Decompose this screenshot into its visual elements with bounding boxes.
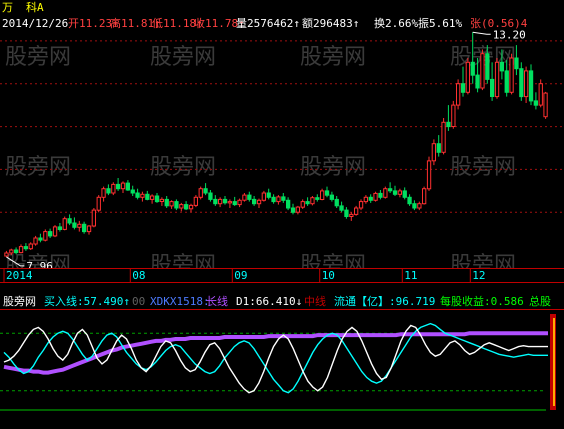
candle (91, 208, 96, 228)
quote-field: 振5.61% (418, 17, 463, 30)
indicator-item: 总股 (529, 295, 551, 308)
x-tick-label: 2014 (6, 269, 33, 282)
volume-gauge-core (553, 318, 555, 406)
candle (261, 190, 267, 202)
quote-date: 2014/12/26 (2, 17, 69, 30)
candle (373, 191, 378, 202)
indicator-name: 股旁网 (3, 295, 36, 308)
x-tick-label: 11 (404, 269, 417, 282)
quote-field: 张(0.56)4 (470, 17, 528, 30)
x-tick-label: 09 (234, 269, 247, 282)
x-tick-label: 08 (132, 269, 145, 282)
indicator-item: 中线 (304, 295, 326, 308)
candle (96, 195, 101, 213)
candle (494, 58, 500, 99)
candle (538, 79, 543, 108)
watermark-text: 股旁网 (5, 155, 71, 180)
candle (480, 49, 485, 91)
chart-svg: 股旁网股旁网股旁网股旁网股旁网股旁网股旁网股旁网股旁网股旁网股旁网股旁网 7.9… (0, 0, 564, 425)
candle (198, 186, 203, 200)
watermark-text: 股旁网 (300, 155, 366, 180)
candle (62, 216, 67, 231)
quote-field: 换2.66% (374, 17, 419, 30)
watermark-text: 股旁网 (450, 155, 516, 180)
x-axis: 2014 08 09 10 11 12 (0, 268, 564, 283)
watermark-text: 股旁网 (150, 155, 216, 180)
chart-stage: 股旁网股旁网股旁网股旁网股旁网股旁网股旁网股旁网股旁网股旁网股旁网股旁网 7.9… (0, 0, 564, 425)
candle (431, 139, 437, 166)
watermark-text: 股旁网 (150, 45, 216, 70)
quote-field: 量2576462↑ (236, 17, 300, 30)
indicator-item: 长线 (206, 295, 228, 308)
candle (52, 225, 58, 238)
candle (451, 100, 456, 129)
stock-name: 科A (26, 1, 44, 14)
watermark-text: 股旁网 (300, 45, 366, 70)
candle (320, 188, 325, 201)
candle (383, 186, 388, 199)
indicator-item: 每股收益:0.586 (440, 295, 524, 308)
indicator-item: 00 (132, 295, 146, 308)
candle (528, 64, 534, 106)
quote-field: 额296483↑ (302, 17, 360, 30)
indicator-item: 买入线:57.490↑ (44, 295, 130, 308)
candle (456, 79, 461, 110)
watermark-text: 股旁网 (5, 45, 71, 70)
title-glyph: 万 (2, 1, 13, 14)
indicator-item: XDKX1518: (150, 295, 210, 308)
indicator-item: D1:66.410↓ (236, 295, 303, 308)
indicator-item: 流通【亿】:96.719 (334, 295, 436, 308)
candle (509, 53, 514, 95)
x-tick-label: 12 (472, 269, 485, 282)
quote-header: 万 科A 2014/12/26 开11.23↑ 高11.81↑ 低11.18↑ 收11… (0, 0, 564, 36)
candle (441, 118, 446, 155)
candle (426, 156, 432, 191)
candle (310, 196, 315, 206)
indicator-legend: 股旁网 买入线:57.490↑ 00 XDKX1518: 长线 D1:66.410↓ 中线… (0, 295, 564, 309)
candle (543, 91, 548, 119)
candle (111, 182, 116, 196)
x-tick-label: 10 (322, 269, 335, 282)
candle (43, 229, 48, 242)
candle (422, 186, 427, 205)
candle (193, 195, 198, 208)
candle (465, 58, 471, 95)
